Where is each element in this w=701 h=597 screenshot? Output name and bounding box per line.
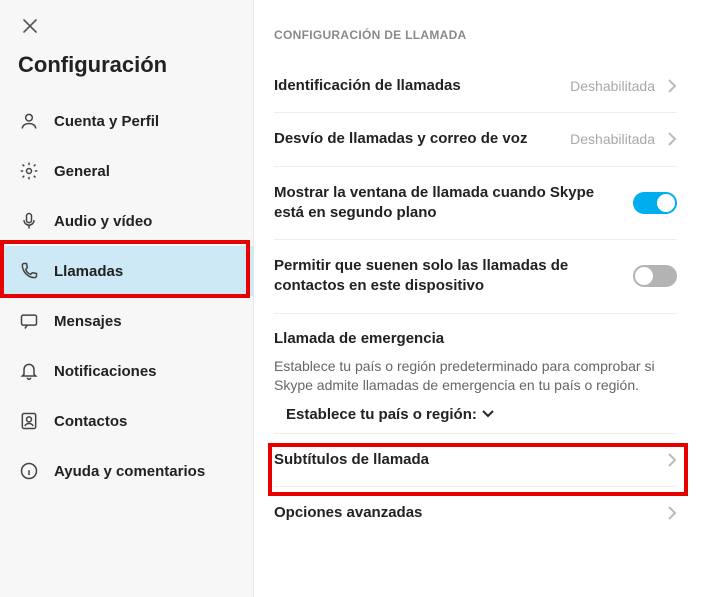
toggle-show-call-window[interactable] [633, 192, 677, 214]
sidebar-item-contacts[interactable]: Contactos [0, 396, 253, 446]
close-icon [23, 19, 37, 33]
row-status: Deshabilitada [570, 78, 655, 94]
emergency-block: Llamada de emergencia Establece tu país … [274, 314, 677, 434]
sidebar-item-notifications[interactable]: Notificaciones [0, 346, 253, 396]
sidebar-item-label: Llamadas [54, 263, 123, 280]
microphone-icon [18, 210, 40, 232]
sidebar-item-label: Notificaciones [54, 363, 157, 380]
settings-sidebar: Configuración Cuenta y Perfil General Au… [0, 0, 254, 597]
close-button[interactable] [14, 10, 46, 42]
sidebar-item-label: General [54, 163, 110, 180]
chevron-right-icon [667, 452, 677, 468]
section-header: CONFIGURACIÓN DE LLAMADA [274, 28, 677, 42]
row-caller-id[interactable]: Identificación de llamadas Deshabilitada [274, 60, 677, 113]
message-icon [18, 310, 40, 332]
row-label: Desvío de llamadas y correo de voz [274, 129, 558, 149]
sidebar-item-general[interactable]: General [0, 146, 253, 196]
region-picker-label: Establece tu país o región: [286, 406, 477, 423]
sidebar-item-label: Ayuda y comentarios [54, 463, 205, 480]
sidebar-item-label: Audio y vídeo [54, 213, 152, 230]
row-call-subtitles[interactable]: Subtítulos de llamada [274, 434, 677, 487]
row-status: Deshabilitada [570, 131, 655, 147]
gear-icon [18, 160, 40, 182]
sidebar-title: Configuración [0, 42, 253, 96]
toggle-ring-contacts-only[interactable] [633, 265, 677, 287]
row-ring-contacts-only: Permitir que suenen solo las llamadas de… [274, 240, 677, 314]
row-show-call-window: Mostrar la ventana de llamada cuando Sky… [274, 167, 677, 241]
phone-icon [18, 260, 40, 282]
emergency-description: Establece tu país o región predeterminad… [274, 357, 677, 396]
bell-icon [18, 360, 40, 382]
sidebar-item-account[interactable]: Cuenta y Perfil [0, 96, 253, 146]
chevron-right-icon [667, 131, 677, 147]
row-label: Mostrar la ventana de llamada cuando Sky… [274, 183, 621, 224]
settings-content: CONFIGURACIÓN DE LLAMADA Identificación … [254, 0, 701, 597]
info-icon [18, 460, 40, 482]
emergency-title: Llamada de emergencia [274, 330, 677, 347]
sidebar-item-audio-video[interactable]: Audio y vídeo [0, 196, 253, 246]
country-region-picker[interactable]: Establece tu país o región: [274, 406, 677, 423]
sidebar-item-calls[interactable]: Llamadas [0, 246, 253, 296]
person-icon [18, 110, 40, 132]
row-label: Identificación de llamadas [274, 76, 558, 96]
row-label: Opciones avanzadas [274, 503, 655, 523]
chevron-right-icon [667, 78, 677, 94]
sidebar-item-help[interactable]: Ayuda y comentarios [0, 446, 253, 496]
row-forwarding[interactable]: Desvío de llamadas y correo de voz Desha… [274, 113, 677, 166]
chevron-right-icon [667, 505, 677, 521]
row-label: Subtítulos de llamada [274, 450, 655, 470]
chevron-down-icon [481, 409, 495, 419]
row-label: Permitir que suenen solo las llamadas de… [274, 256, 621, 297]
sidebar-item-messages[interactable]: Mensajes [0, 296, 253, 346]
sidebar-item-label: Cuenta y Perfil [54, 113, 159, 130]
sidebar-item-label: Contactos [54, 413, 127, 430]
contacts-icon [18, 410, 40, 432]
row-advanced-options[interactable]: Opciones avanzadas [274, 487, 677, 539]
sidebar-item-label: Mensajes [54, 313, 122, 330]
